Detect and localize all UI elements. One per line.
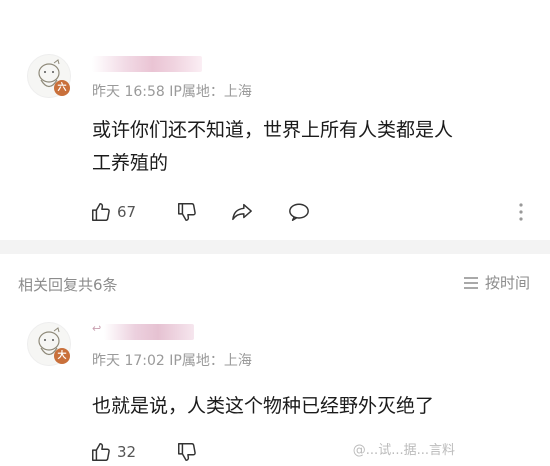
comment-bubble-icon — [289, 203, 309, 221]
more-vertical-icon — [519, 203, 523, 221]
sort-lines-icon — [463, 276, 478, 289]
comment-text-line: 工养殖的 — [92, 152, 169, 174]
username-redacted[interactable] — [92, 56, 202, 72]
comment-meta: 昨天 16:58 IP属地：上海 — [92, 84, 252, 100]
dislike-button[interactable] — [176, 200, 198, 224]
like-count: 67 — [117, 203, 137, 221]
thumbs-down-icon — [178, 443, 196, 461]
reply-arrow-icon: ↩ — [92, 322, 102, 335]
comment-text-line: 也就是说，人类这个物种已经野外灭绝了 — [92, 395, 435, 417]
username-redacted[interactable] — [104, 324, 194, 340]
user-level-badge: 大 — [54, 348, 70, 364]
thumbs-up-icon — [92, 203, 110, 221]
comment-item: 六 昨天 16:58 IP属地：上海 或许你们还不知道，世界上所有人类都是人 工… — [0, 0, 550, 240]
comment-meta: 昨天 17:02 IP属地：上海 — [92, 353, 252, 369]
like-button[interactable]: 32 — [90, 440, 136, 464]
like-count: 32 — [117, 443, 137, 461]
reply-button[interactable] — [287, 200, 311, 224]
share-arrow-icon — [232, 203, 252, 221]
comment-item: 大 ↩ 昨天 17:02 IP属地：上海 也就是说，人类这个物种已经野外灭绝了 … — [0, 312, 550, 466]
comment-text: 也就是说，人类这个物种已经野外灭绝了 — [92, 390, 532, 423]
sort-label: 按时间 — [484, 274, 530, 292]
section-divider — [0, 240, 550, 254]
dislike-button[interactable] — [176, 440, 198, 464]
like-button[interactable]: 67 — [90, 200, 136, 224]
comment-text-line: 或许你们还不知道，世界上所有人类都是人 — [92, 119, 454, 141]
watermark: @...试...据...言料 — [352, 443, 455, 458]
comment-text: 或许你们还不知道，世界上所有人类都是人 工养殖的 — [92, 114, 532, 180]
thumbs-down-icon — [178, 203, 196, 221]
share-button[interactable] — [230, 200, 254, 224]
user-level-badge: 六 — [54, 80, 70, 96]
sort-by-time-button[interactable]: 按时间 — [463, 272, 530, 293]
replies-header: 相关回复共6条 按时间 — [0, 254, 550, 312]
thumbs-up-icon — [92, 443, 110, 461]
replies-count-label: 相关回复共6条 — [18, 276, 118, 294]
more-options-button[interactable] — [518, 202, 524, 226]
